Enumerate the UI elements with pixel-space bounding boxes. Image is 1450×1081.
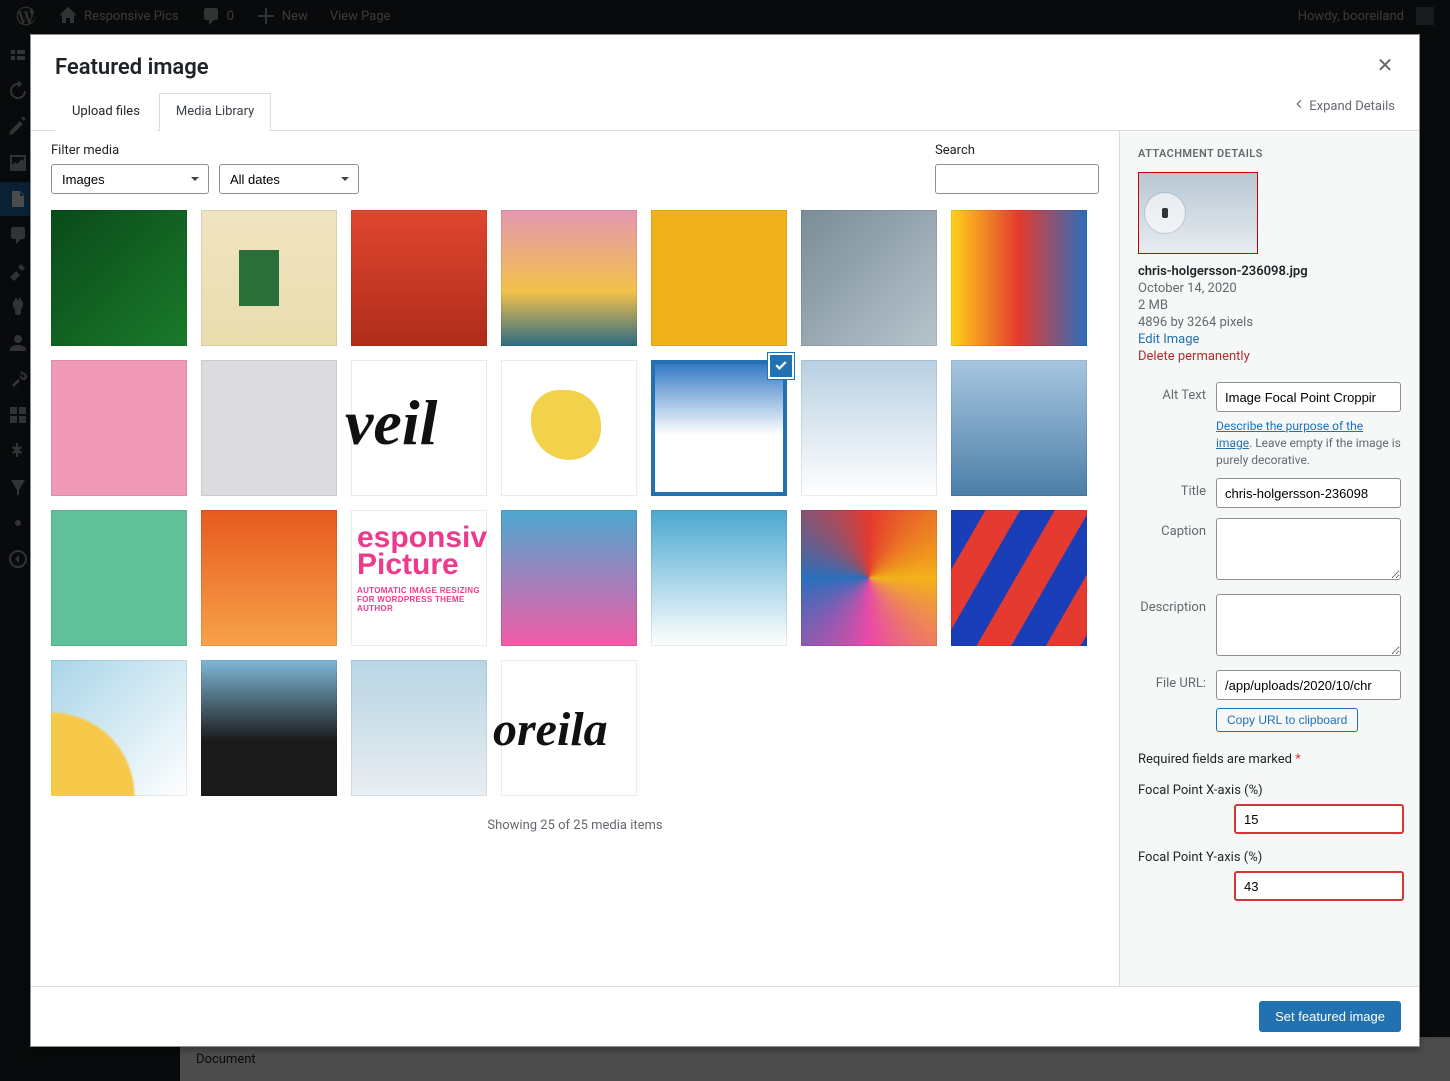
media-thumb[interactable] <box>951 510 1087 646</box>
media-thumb[interactable] <box>651 510 787 646</box>
media-thumb[interactable] <box>951 360 1087 496</box>
media-thumb[interactable] <box>201 660 337 796</box>
media-thumb[interactable] <box>201 210 337 346</box>
search-input[interactable] <box>935 164 1099 194</box>
selected-thumbnail[interactable] <box>1138 172 1258 254</box>
alt-help: Describe the purpose of the image. Leave… <box>1216 418 1401 468</box>
focal-x-label: Focal Point X-axis (%) <box>1138 783 1401 798</box>
filter-media-label: Filter media <box>51 143 359 158</box>
close-icon: ✕ <box>1377 53 1394 77</box>
media-thumb[interactable] <box>51 510 187 646</box>
attachment-details-panel: ATTACHMENT DETAILS chris-holgersson-2360… <box>1119 131 1419 986</box>
media-thumb[interactable] <box>351 660 487 796</box>
alt-text-input[interactable] <box>1216 382 1401 412</box>
media-status: Showing 25 of 25 media items <box>51 796 1099 841</box>
chevron-left-icon <box>1293 98 1305 114</box>
media-thumb[interactable] <box>501 210 637 346</box>
media-thumb[interactable] <box>651 210 787 346</box>
meta-filename: chris-holgersson-236098.jpg <box>1138 264 1401 279</box>
details-heading: ATTACHMENT DETAILS <box>1138 147 1401 160</box>
filter-type-select[interactable]: Images <box>51 164 209 194</box>
alt-text-label: Alt Text <box>1138 382 1216 403</box>
focal-x-input[interactable] <box>1234 804 1404 834</box>
tab-upload-files[interactable]: Upload files <box>55 93 157 131</box>
selected-check-icon <box>768 353 794 379</box>
description-label: Description <box>1138 594 1216 615</box>
featured-image-modal: Featured image ✕ Upload files Media Libr… <box>30 34 1420 1047</box>
media-thumb[interactable] <box>51 360 187 496</box>
media-thumb[interactable] <box>951 210 1087 346</box>
media-thumb[interactable] <box>801 360 937 496</box>
media-thumb[interactable] <box>201 510 337 646</box>
meta-size: 2 MB <box>1138 298 1401 313</box>
media-grid: veil esponsiv PictureAUTOMATIC IMAGE RESI… <box>51 210 1099 796</box>
delete-link[interactable]: Delete permanently <box>1138 349 1250 364</box>
media-thumb[interactable] <box>651 360 787 496</box>
media-thumb[interactable]: oreila <box>501 660 637 796</box>
media-thumb[interactable]: veil <box>351 360 487 496</box>
fileurl-input[interactable] <box>1216 670 1401 700</box>
focal-y-input[interactable] <box>1234 871 1404 901</box>
tab-media-library[interactable]: Media Library <box>159 93 271 131</box>
media-thumb[interactable] <box>501 510 637 646</box>
media-thumb[interactable]: esponsiv PictureAUTOMATIC IMAGE RESIZING… <box>351 510 487 646</box>
close-button[interactable]: ✕ <box>1367 47 1403 83</box>
caption-input[interactable] <box>1216 518 1401 580</box>
search-label: Search <box>935 143 1099 158</box>
filter-date-select[interactable]: All dates <box>219 164 359 194</box>
caption-label: Caption <box>1138 518 1216 539</box>
edit-image-link[interactable]: Edit Image <box>1138 332 1199 347</box>
media-thumb[interactable] <box>351 210 487 346</box>
tabs: Upload files Media Library <box>55 92 273 130</box>
modal-title: Featured image <box>55 55 1395 80</box>
media-thumb[interactable] <box>801 510 937 646</box>
copy-url-button[interactable]: Copy URL to clipboard <box>1216 708 1358 732</box>
title-label: Title <box>1138 478 1216 499</box>
media-thumb[interactable] <box>501 360 637 496</box>
meta-date: October 14, 2020 <box>1138 281 1401 296</box>
fileurl-label: File URL: <box>1138 670 1216 691</box>
focal-y-label: Focal Point Y-axis (%) <box>1138 850 1401 865</box>
expand-details[interactable]: Expand Details <box>1293 98 1395 124</box>
modal-footer: Set featured image <box>31 986 1419 1046</box>
required-note: Required fields are marked * <box>1138 752 1401 767</box>
set-featured-image-button[interactable]: Set featured image <box>1259 1001 1401 1032</box>
media-thumb[interactable] <box>51 660 187 796</box>
description-input[interactable] <box>1216 594 1401 656</box>
media-toolbar: Filter media Images All dates <box>31 131 1119 206</box>
title-input[interactable] <box>1216 478 1401 508</box>
media-thumb[interactable] <box>51 210 187 346</box>
media-thumb[interactable] <box>201 360 337 496</box>
media-thumb[interactable] <box>801 210 937 346</box>
meta-dimensions: 4896 by 3264 pixels <box>1138 315 1401 330</box>
